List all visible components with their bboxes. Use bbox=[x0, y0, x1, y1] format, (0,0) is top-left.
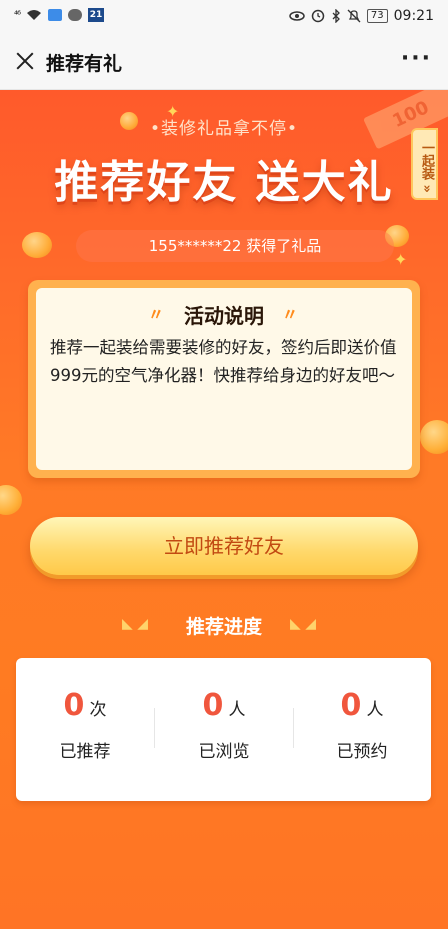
title-bar: 推荐有礼 ··· bbox=[0, 34, 448, 90]
stat-label: 已浏览 bbox=[198, 742, 250, 762]
stat-unit: 人 bbox=[366, 700, 384, 720]
activity-description-heading: 活动说明 bbox=[184, 304, 264, 328]
stat-unit: 人 bbox=[228, 700, 246, 720]
promo-page: ✦ ✦ 100 •装修礼品拿不停• 推荐好友 送大礼 一起装 » 155****… bbox=[0, 90, 448, 929]
alarm-icon bbox=[311, 9, 325, 23]
decor-coin bbox=[0, 485, 22, 515]
progress-stats-card: 0 次 已推荐 0 人 已浏览 0 人 已预约 bbox=[16, 658, 431, 801]
stat-browsed: 0 人 已浏览 bbox=[155, 688, 293, 762]
decor-right-icon: ◣ ◢ bbox=[290, 616, 316, 632]
stat-unit: 次 bbox=[89, 700, 107, 720]
eye-icon bbox=[289, 11, 305, 21]
decor-coin bbox=[420, 420, 448, 454]
app-icon bbox=[48, 9, 63, 21]
stat-value: 0 bbox=[63, 688, 85, 723]
winner-ticker: 155******22 获得了礼品 bbox=[76, 230, 394, 262]
close-icon[interactable] bbox=[14, 50, 36, 72]
battery-icon: 73 bbox=[366, 9, 388, 23]
hero-title: 推荐好友 送大礼 bbox=[54, 157, 394, 208]
brand-side-tag[interactable]: 一起装 » bbox=[411, 128, 438, 200]
news-icon: 21 bbox=[88, 8, 105, 22]
activity-description-inner: 〃 活动说明 〃 推荐一起装给需要装修的好友，签约后即送价值999元的空气净化器… bbox=[36, 288, 412, 470]
stat-value: 0 bbox=[202, 688, 224, 723]
activity-description-body: 推荐一起装给需要装修的好友，签约后即送价值999元的空气净化器！快推荐给身边的好… bbox=[50, 338, 397, 385]
recommend-friend-button[interactable]: 立即推荐好友 bbox=[30, 517, 418, 575]
clock-time: 09:21 bbox=[393, 8, 434, 24]
chat-icon bbox=[68, 9, 83, 21]
stat-label: 已预约 bbox=[336, 742, 388, 762]
stat-recommended: 0 次 已推荐 bbox=[16, 688, 154, 762]
stat-reserved: 0 人 已预约 bbox=[293, 688, 431, 762]
hero-subtitle: •装修礼品拿不停• bbox=[149, 119, 299, 139]
more-menu-icon[interactable]: ··· bbox=[401, 48, 432, 70]
signal-icon: ⁴⁶ bbox=[14, 9, 21, 21]
stat-value: 0 bbox=[340, 688, 362, 723]
decor-right-icon: 〃 bbox=[282, 305, 299, 324]
activity-description-card: 〃 活动说明 〃 推荐一起装给需要装修的好友，签约后即送价值999元的空气净化器… bbox=[28, 280, 420, 478]
decor-sparkle-icon: ✦ bbox=[394, 250, 408, 269]
wifi-icon bbox=[27, 10, 42, 20]
progress-title: 推荐进度 bbox=[185, 616, 262, 638]
status-bar: ⁴⁶ 21 73 09:21 bbox=[0, 0, 448, 34]
stat-label: 已推荐 bbox=[59, 742, 111, 762]
decor-coin bbox=[22, 232, 52, 258]
bluetooth-icon bbox=[332, 9, 340, 23]
page-title: 推荐有礼 bbox=[46, 53, 123, 75]
mute-bell-icon bbox=[347, 9, 361, 23]
